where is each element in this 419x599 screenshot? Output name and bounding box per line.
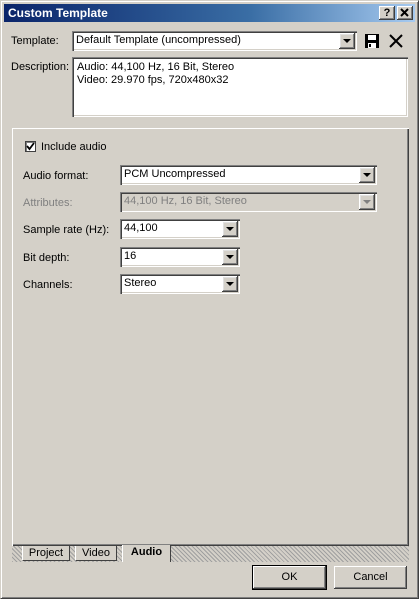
chevron-down-icon [343, 39, 351, 43]
audio-format-label: Audio format: [23, 170, 89, 182]
attributes-value: 44,100 Hz, 16 Bit, Stereo [124, 195, 247, 207]
description-label: Description: [11, 61, 70, 73]
include-audio-label[interactable]: Include audio [41, 141, 106, 153]
sample-rate-dropdown-button[interactable] [222, 221, 238, 237]
tab-video[interactable]: Video [75, 546, 117, 561]
audio-format-dropdown-button[interactable] [359, 167, 375, 183]
chevron-down-icon [363, 173, 371, 177]
audio-format-dropdown[interactable]: PCM Uncompressed [120, 165, 377, 185]
tab-project[interactable]: Project [22, 546, 70, 561]
tab-strip: Project Video Audio [12, 545, 409, 562]
custom-template-window: Custom Template ? Template: Default Temp… [0, 0, 419, 599]
description-text: Audio: 44,100 Hz, 16 Bit, Stereo Video: … [77, 61, 234, 87]
bit-depth-label: Bit depth: [23, 252, 70, 264]
window-title: Custom Template [8, 6, 108, 20]
ok-button[interactable]: OK [252, 565, 327, 590]
description-line-2: Video: 29.970 fps, 720x480x32 [77, 74, 229, 86]
description-box: Audio: 44,100 Hz, 16 Bit, Stereo Video: … [72, 57, 408, 117]
save-icon [365, 34, 379, 48]
help-button[interactable]: ? [379, 6, 395, 20]
bit-depth-dropdown[interactable]: 16 [120, 247, 240, 267]
save-template-button[interactable] [363, 32, 381, 50]
bit-depth-dropdown-button[interactable] [222, 249, 238, 265]
channels-dropdown[interactable]: Stereo [120, 274, 240, 294]
chevron-down-icon [363, 200, 371, 204]
template-value: Default Template (uncompressed) [76, 34, 241, 46]
close-icon [400, 8, 409, 17]
close-button[interactable] [397, 6, 413, 20]
channels-value: Stereo [124, 277, 157, 289]
bit-depth-value: 16 [124, 250, 137, 262]
template-label-text: Template: [11, 35, 59, 47]
template-dropdown[interactable]: Default Template (uncompressed) [72, 31, 357, 51]
chevron-down-icon [226, 255, 234, 259]
attributes-label: Attributes: [23, 197, 73, 209]
sample-rate-dropdown[interactable]: 44,100 [120, 219, 240, 239]
chevron-down-icon [226, 282, 234, 286]
include-audio-checkbox[interactable] [25, 141, 36, 152]
attributes-dropdown: 44,100 Hz, 16 Bit, Stereo [120, 192, 377, 212]
title-bar[interactable]: Custom Template ? [4, 4, 415, 22]
template-dropdown-button[interactable] [339, 33, 355, 49]
audio-panel: Include audio Audio format: PCM Uncompre… [12, 128, 409, 546]
channels-label: Channels: [23, 279, 73, 291]
checkmark-icon [26, 142, 35, 151]
audio-format-value: PCM Uncompressed [124, 168, 226, 180]
sample-rate-value: 44,100 [124, 222, 158, 234]
tab-audio[interactable]: Audio [122, 545, 171, 562]
template-label: Template: [11, 35, 59, 47]
channels-dropdown-button[interactable] [222, 276, 238, 292]
cancel-button[interactable]: Cancel [334, 566, 407, 589]
description-line-1: Audio: 44,100 Hz, 16 Bit, Stereo [77, 61, 235, 73]
delete-icon [389, 34, 403, 48]
chevron-down-icon [226, 227, 234, 231]
sample-rate-label: Sample rate (Hz): [23, 224, 110, 236]
delete-template-button[interactable] [387, 32, 405, 50]
attributes-dropdown-button [359, 194, 375, 210]
